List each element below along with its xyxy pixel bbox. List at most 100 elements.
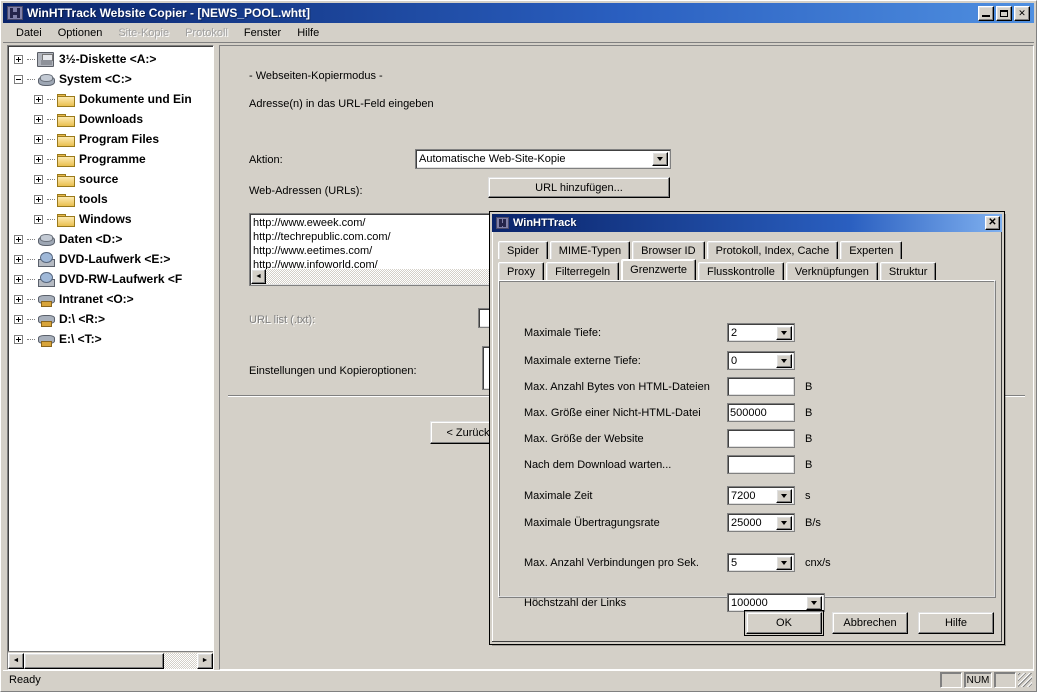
chevron-down-icon[interactable]	[776, 516, 792, 530]
tree-node[interactable]: tools	[10, 189, 213, 209]
tree-node[interactable]: D:\ <R:>	[10, 309, 213, 329]
help-button[interactable]: Hilfe	[918, 612, 994, 634]
tree-node-label: Dokumente und Ein	[79, 92, 192, 106]
chevron-down-icon[interactable]	[776, 354, 792, 368]
tab-spider[interactable]: Spider	[498, 241, 548, 259]
field-input[interactable]	[727, 455, 795, 474]
resize-grip-icon[interactable]	[1018, 673, 1032, 687]
tree-node[interactable]: Windows	[10, 209, 213, 229]
field-label: Maximale Tiefe:	[524, 327, 602, 339]
tree-node[interactable]: System <C:>	[10, 69, 213, 89]
tree-connector	[47, 118, 55, 120]
tab-protokoll-index-cache[interactable]: Protokoll, Index, Cache	[706, 241, 839, 259]
tree-node[interactable]: Downloads	[10, 109, 213, 129]
tab-label: Experten	[849, 244, 894, 257]
menu-datei[interactable]: Datei	[8, 25, 50, 41]
menu-site-kopie: Site-Kopie	[118, 27, 170, 39]
expand-icon[interactable]	[14, 294, 23, 304]
tree-node[interactable]: Dokumente und Ein	[10, 89, 213, 109]
tree-connector	[47, 218, 55, 220]
field-input[interactable]	[727, 377, 795, 396]
window-controls: ✕	[978, 5, 1032, 21]
tree-node[interactable]: DVD-Laufwerk <E:>	[10, 249, 213, 269]
tree-node[interactable]: Intranet <O:>	[10, 289, 213, 309]
field-select[interactable]: 100000	[727, 593, 825, 612]
tab-flusskontrolle[interactable]: Flusskontrolle	[698, 262, 784, 280]
dialog-body: Spider MIME-Typen Browser ID Protokoll, Ind…	[492, 232, 1002, 642]
tree-node[interactable]: source	[10, 169, 213, 189]
chevron-down-icon[interactable]	[776, 489, 792, 503]
field-select[interactable]: 7200	[727, 486, 795, 505]
tab-filterregeln[interactable]: Filterregeln	[546, 262, 620, 280]
menu-hilfe[interactable]: Hilfe	[289, 25, 327, 41]
chevron-down-icon[interactable]	[776, 556, 792, 570]
expand-icon[interactable]	[34, 194, 43, 204]
menu-protokoll: Protokoll	[185, 27, 228, 39]
dialog-close-button[interactable]: ✕	[985, 216, 1000, 230]
tab-label: Flusskontrolle	[707, 265, 775, 278]
expand-icon[interactable]	[14, 234, 23, 244]
status-message: Ready	[9, 674, 41, 686]
scroll-right-button[interactable]: ►	[197, 652, 213, 669]
chevron-down-icon[interactable]	[806, 596, 822, 610]
expand-icon[interactable]	[34, 174, 43, 184]
tree-horizontal-scrollbar[interactable]: ◄ ►	[8, 651, 213, 669]
tab-verkn-pfungen[interactable]: Verknüpfungen	[785, 262, 878, 280]
collapse-icon[interactable]	[14, 74, 23, 84]
tree-node[interactable]: 3½-Diskette <A:>	[10, 49, 213, 69]
action-value: Automatische Web-Site-Kopie	[419, 153, 566, 165]
field-select[interactable]: 25000	[727, 513, 795, 532]
tree-node[interactable]: Programme	[10, 149, 213, 169]
field-select[interactable]: 2	[727, 323, 795, 342]
close-button[interactable]: ✕	[1014, 5, 1030, 21]
add-url-button[interactable]: URL hinzufügen...	[488, 177, 670, 198]
field-select[interactable]: 0	[727, 351, 795, 370]
cancel-button[interactable]: Abbrechen	[832, 612, 908, 634]
ok-button[interactable]: OK	[744, 610, 824, 636]
field-value: 100000	[731, 596, 768, 609]
expand-icon[interactable]	[14, 54, 23, 64]
expand-icon[interactable]	[14, 334, 23, 344]
tree-node[interactable]: Daten <D:>	[10, 229, 213, 249]
chevron-down-icon[interactable]	[776, 326, 792, 340]
folder-icon	[57, 192, 75, 207]
menu-optionen[interactable]: Optionen	[50, 25, 111, 41]
tab-proxy[interactable]: Proxy	[498, 262, 545, 280]
expand-icon[interactable]	[34, 214, 43, 224]
expand-icon[interactable]	[34, 94, 43, 104]
drive-tree[interactable]: 3½-Diskette <A:> System <C:> Dokumente und…	[8, 46, 213, 650]
tree-node[interactable]: E:\ <T:>	[10, 329, 213, 349]
action-select[interactable]: Automatische Web-Site-Kopie	[415, 149, 671, 169]
tab-grenzwerte[interactable]: Grenzwerte	[621, 259, 697, 280]
scroll-track[interactable]	[24, 652, 197, 669]
field-select[interactable]: 5	[727, 553, 795, 572]
maximize-button[interactable]	[996, 5, 1012, 21]
tree-node-label: Windows	[79, 212, 132, 226]
tree-node[interactable]: Program Files	[10, 129, 213, 149]
tab-browser-id[interactable]: Browser ID	[632, 241, 705, 259]
url-scroll-left-button[interactable]: ◄	[251, 269, 266, 284]
tab-mime-typen[interactable]: MIME-Typen	[549, 241, 631, 259]
expand-icon[interactable]	[34, 114, 43, 124]
net-icon	[37, 312, 55, 327]
expand-icon[interactable]	[14, 314, 23, 324]
expand-icon[interactable]	[34, 134, 43, 144]
folder-icon	[57, 212, 75, 227]
field-input[interactable]: 500000	[727, 403, 795, 422]
menu-fenster[interactable]: Fenster	[236, 25, 289, 41]
tab-label: Browser ID	[641, 244, 696, 257]
expand-icon[interactable]	[34, 154, 43, 164]
chevron-down-icon[interactable]	[652, 152, 668, 166]
expand-icon[interactable]	[14, 254, 23, 264]
minimize-button[interactable]	[978, 5, 994, 21]
tab-experten[interactable]: Experten	[840, 241, 903, 259]
scroll-thumb[interactable]	[24, 652, 164, 669]
scroll-left-button[interactable]: ◄	[8, 652, 24, 669]
field-label: Max. Größe einer Nicht-HTML-Datei	[524, 407, 701, 419]
expand-icon[interactable]	[14, 274, 23, 284]
tree-node[interactable]: DVD-RW-Laufwerk <F	[10, 269, 213, 289]
field-input[interactable]	[727, 429, 795, 448]
tab-struktur[interactable]: Struktur	[879, 262, 937, 280]
tree-connector	[47, 138, 55, 140]
cd-icon	[37, 271, 55, 287]
